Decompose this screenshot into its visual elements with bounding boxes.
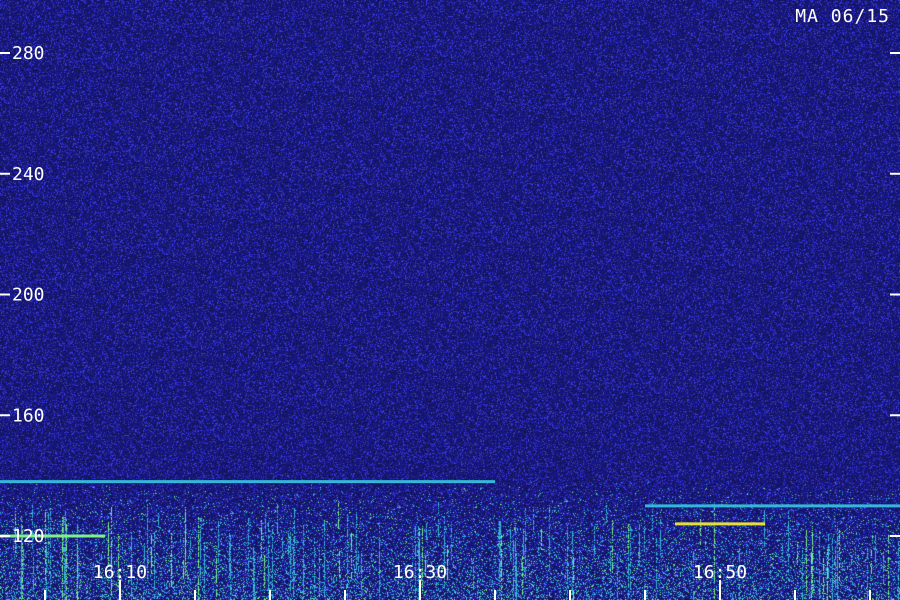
spectrogram-display: 120 160 200 240 280 16:10 16:30 16:50 MA 06/15 (0, 0, 900, 600)
station-date-label: MA 06/15 (795, 6, 890, 27)
spectrogram-canvas (0, 0, 900, 600)
